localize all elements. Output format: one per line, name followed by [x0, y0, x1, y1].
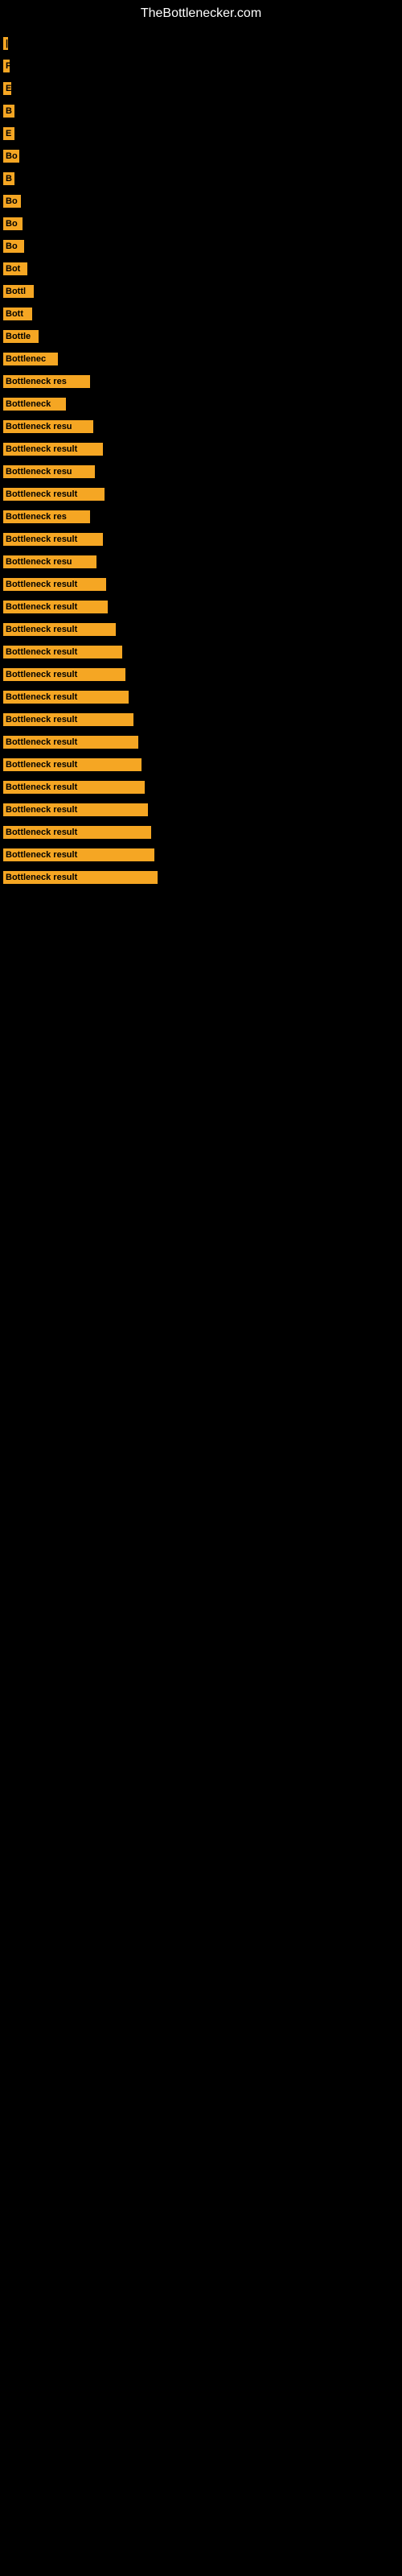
bar-row: Bottleneck — [0, 393, 402, 415]
bar-label: B — [3, 172, 14, 185]
bar-label: P — [3, 60, 10, 72]
bar-label: Bottleneck result — [3, 826, 151, 839]
bar-row: Bottleneck resu — [0, 415, 402, 438]
bar-row: E — [0, 122, 402, 145]
bar-label: Bottleneck resu — [3, 465, 95, 478]
site-title: TheBottlenecker.com — [0, 0, 402, 24]
bar-row: Bottleneck result — [0, 528, 402, 551]
bar-label: Bottleneck res — [3, 510, 90, 523]
bar-row: Bottl — [0, 280, 402, 303]
bar-row: Bottleneck result — [0, 686, 402, 708]
bar-row: Bottleneck result — [0, 596, 402, 618]
bar-label: Bottleneck result — [3, 646, 122, 658]
bar-row: Bott — [0, 303, 402, 325]
bar-label: Bott — [3, 308, 32, 320]
bar-row: Bottlenec — [0, 348, 402, 370]
bar-label: Bo — [3, 240, 24, 253]
bar-row: E — [0, 77, 402, 100]
bar-label: Bottlenec — [3, 353, 58, 365]
bar-row: B — [0, 100, 402, 122]
bar-row: Bottleneck resu — [0, 460, 402, 483]
bar-row: Bottleneck result — [0, 641, 402, 663]
bar-label: Bottleneck result — [3, 691, 129, 704]
bar-label: Bottleneck result — [3, 871, 158, 884]
bar-row: P — [0, 55, 402, 77]
bar-label: Bottleneck result — [3, 781, 145, 794]
bar-row: Bottleneck result — [0, 776, 402, 799]
bar-label: Bottleneck result — [3, 578, 106, 591]
bar-label: Bottleneck result — [3, 848, 154, 861]
bar-label: Bot — [3, 262, 27, 275]
bar-label: Bottleneck result — [3, 736, 138, 749]
bar-label: Bo — [3, 217, 23, 230]
bar-label: Bottleneck resu — [3, 555, 96, 568]
bar-row: Bottleneck result — [0, 618, 402, 641]
bar-label: Bottleneck — [3, 398, 66, 411]
bar-label: B — [3, 105, 14, 118]
bar-label: Bottleneck result — [3, 488, 105, 501]
bar-label: Bottleneck res — [3, 375, 90, 388]
bar-label: Bottleneck result — [3, 533, 103, 546]
bar-label: Bottleneck result — [3, 623, 116, 636]
bar-row: Bottleneck res — [0, 370, 402, 393]
bar-row: Bottleneck result — [0, 663, 402, 686]
bar-label: Bottleneck result — [3, 713, 133, 726]
bar-row: B — [0, 167, 402, 190]
bars-container: |PEBEBoBBoBoBoBotBottlBottBottleBottlene… — [0, 24, 402, 889]
bar-row: Bottleneck result — [0, 821, 402, 844]
bar-label: Bottleneck resu — [3, 420, 93, 433]
bar-row: Bottleneck result — [0, 731, 402, 753]
bar-row: Bottleneck result — [0, 573, 402, 596]
bar-label: Bottleneck result — [3, 601, 108, 613]
bar-row: Bo — [0, 213, 402, 235]
bar-row: Bottleneck result — [0, 483, 402, 506]
bar-label: Bo — [3, 150, 19, 163]
bar-row: Bottleneck result — [0, 753, 402, 776]
bar-label: Bo — [3, 195, 21, 208]
bar-label: | — [3, 37, 8, 50]
bar-label: Bottleneck result — [3, 443, 103, 456]
bar-row: | — [0, 32, 402, 55]
bar-row: Bo — [0, 235, 402, 258]
bar-row: Bo — [0, 190, 402, 213]
bar-label: Bottl — [3, 285, 34, 298]
bar-row: Bottleneck res — [0, 506, 402, 528]
bar-row: Bottleneck result — [0, 438, 402, 460]
bar-row: Bottleneck result — [0, 844, 402, 866]
bar-row: Bo — [0, 145, 402, 167]
bar-row: Bottleneck result — [0, 708, 402, 731]
bar-label: E — [3, 127, 14, 140]
bar-label: Bottleneck result — [3, 668, 125, 681]
bar-row: Bot — [0, 258, 402, 280]
bar-row: Bottleneck resu — [0, 551, 402, 573]
bar-row: Bottleneck result — [0, 799, 402, 821]
bar-label: Bottleneck result — [3, 758, 142, 771]
bar-label: Bottle — [3, 330, 39, 343]
bar-row: Bottleneck result — [0, 866, 402, 889]
bar-label: E — [3, 82, 11, 95]
bar-label: Bottleneck result — [3, 803, 148, 816]
bar-row: Bottle — [0, 325, 402, 348]
